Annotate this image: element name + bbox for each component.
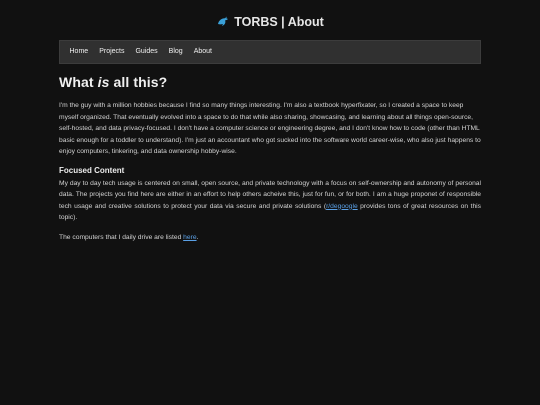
main-content: What is all this? I'm the guy with a mil… [59, 64, 481, 243]
nav-blog[interactable]: Blog [163, 41, 188, 63]
computers-text-after: . [196, 233, 199, 241]
computers-here-link[interactable]: here [183, 234, 196, 241]
focused-content-heading: Focused Content [59, 165, 125, 175]
dolphin-icon [216, 15, 230, 29]
heading-pre: What [59, 74, 98, 90]
nav-guides[interactable]: Guides [130, 41, 163, 63]
main-nav: Home Projects Guides Blog About [59, 40, 481, 64]
heading-post: all this? [109, 74, 168, 90]
computers-paragraph: The computers that I daily drive are lis… [59, 232, 481, 244]
nav-projects[interactable]: Projects [94, 41, 130, 63]
page-heading: What is all this? [59, 74, 481, 90]
intro-paragraph: I'm the guy with a million hobbies becau… [59, 102, 481, 155]
computers-text-before: The computers that I daily drive are lis… [59, 233, 184, 241]
focused-content-paragraph: My day to day tech usage is centered on … [59, 178, 481, 224]
heading-emphasis: is [97, 74, 110, 90]
degoogle-link[interactable]: r/degoogle [326, 203, 358, 210]
nav-about[interactable]: About [188, 41, 217, 63]
nav-home[interactable]: Home [64, 41, 94, 63]
site-header: TORBS | About [0, 0, 540, 40]
site-title: TORBS | About [234, 15, 324, 29]
